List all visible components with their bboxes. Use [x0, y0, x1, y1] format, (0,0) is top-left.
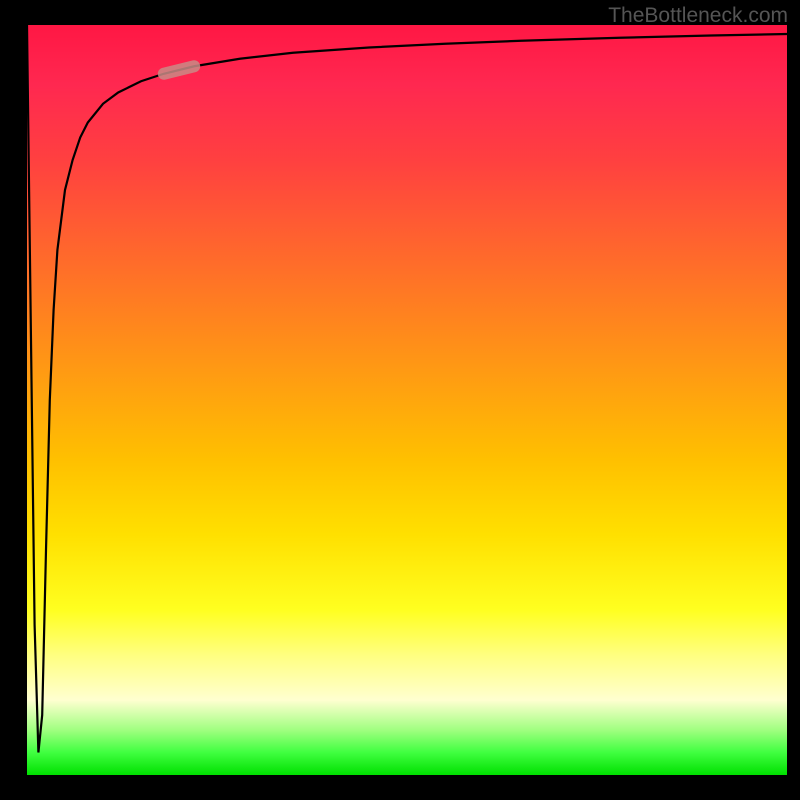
- plot-gradient-area: [27, 25, 787, 775]
- chart-container: TheBottleneck.com: [0, 0, 800, 800]
- attribution-text: TheBottleneck.com: [608, 4, 788, 28]
